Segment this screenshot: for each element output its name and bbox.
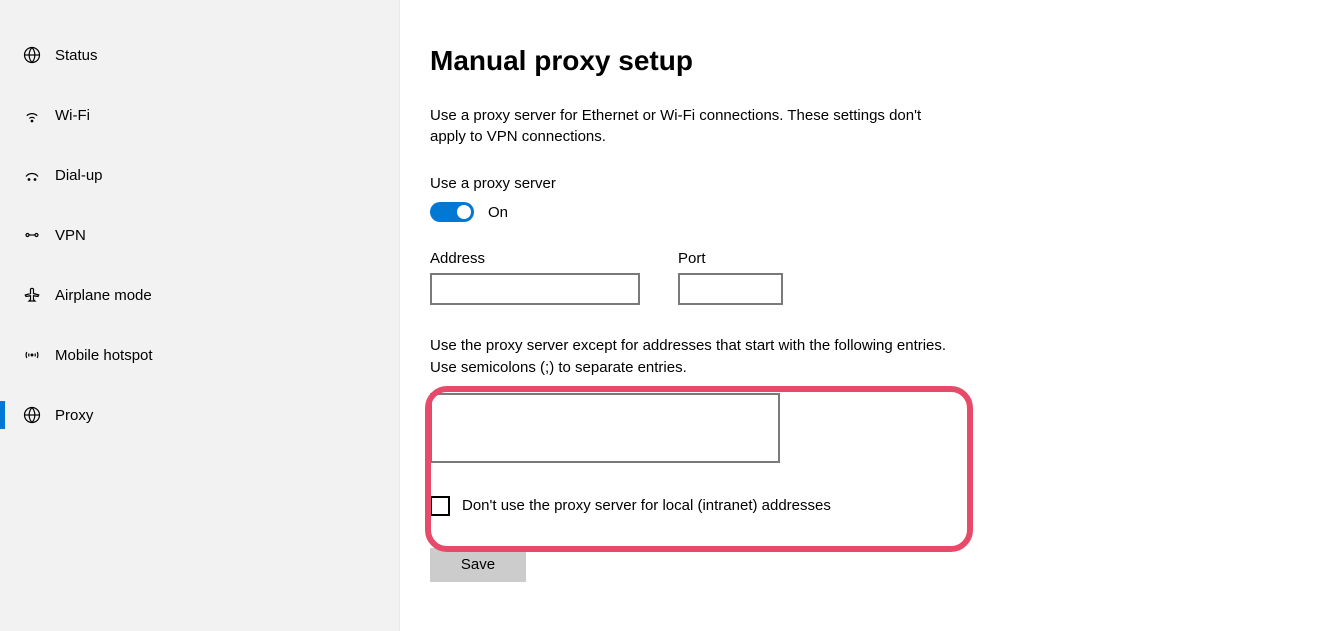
- address-input[interactable]: [430, 273, 640, 305]
- port-input[interactable]: [678, 273, 783, 305]
- address-port-row: Address Port: [430, 250, 1332, 305]
- sidebar-item-vpn[interactable]: VPN: [0, 205, 399, 265]
- proxy-description: Use a proxy server for Ethernet or Wi-Fi…: [430, 105, 930, 147]
- toggle-knob: [457, 205, 471, 219]
- hotspot-icon: [22, 345, 42, 365]
- sidebar-item-dialup[interactable]: Dial-up: [0, 145, 399, 205]
- sidebar: Status Wi-Fi Dial-up VPN Airplane mode M…: [0, 0, 400, 631]
- sidebar-item-label: Mobile hotspot: [55, 347, 153, 364]
- airplane-icon: [22, 285, 42, 305]
- exceptions-input[interactable]: [430, 393, 780, 463]
- sidebar-item-wifi[interactable]: Wi-Fi: [0, 85, 399, 145]
- sidebar-item-label: Airplane mode: [55, 287, 152, 304]
- vpn-icon: [22, 225, 42, 245]
- port-label: Port: [678, 250, 783, 267]
- proxy-icon: [22, 405, 42, 425]
- use-proxy-label: Use a proxy server: [430, 175, 1332, 192]
- save-button[interactable]: Save: [430, 548, 526, 582]
- address-label: Address: [430, 250, 640, 267]
- wifi-icon: [22, 105, 42, 125]
- sidebar-item-proxy[interactable]: Proxy: [0, 385, 399, 445]
- sidebar-item-label: Status: [55, 47, 98, 64]
- address-field: Address: [430, 250, 640, 305]
- use-proxy-toggle[interactable]: [430, 202, 474, 222]
- local-addresses-checkbox-row: Don't use the proxy server for local (in…: [430, 496, 1332, 516]
- sidebar-item-label: Proxy: [55, 407, 93, 424]
- exceptions-label: Use the proxy server except for addresse…: [430, 335, 950, 379]
- local-addresses-checkbox[interactable]: [430, 496, 450, 516]
- globe-icon: [22, 45, 42, 65]
- dialup-icon: [22, 165, 42, 185]
- sidebar-item-label: VPN: [55, 227, 86, 244]
- port-field: Port: [678, 250, 783, 305]
- sidebar-item-airplane[interactable]: Airplane mode: [0, 265, 399, 325]
- toggle-state-label: On: [488, 204, 508, 221]
- local-addresses-checkbox-label: Don't use the proxy server for local (in…: [462, 497, 831, 514]
- sidebar-item-label: Wi-Fi: [55, 107, 90, 124]
- use-proxy-toggle-row: On: [430, 202, 1332, 222]
- sidebar-item-label: Dial-up: [55, 167, 103, 184]
- page-title: Manual proxy setup: [430, 45, 1332, 77]
- main-content: Manual proxy setup Use a proxy server fo…: [400, 0, 1332, 631]
- sidebar-item-status[interactable]: Status: [0, 25, 399, 85]
- sidebar-item-hotspot[interactable]: Mobile hotspot: [0, 325, 399, 385]
